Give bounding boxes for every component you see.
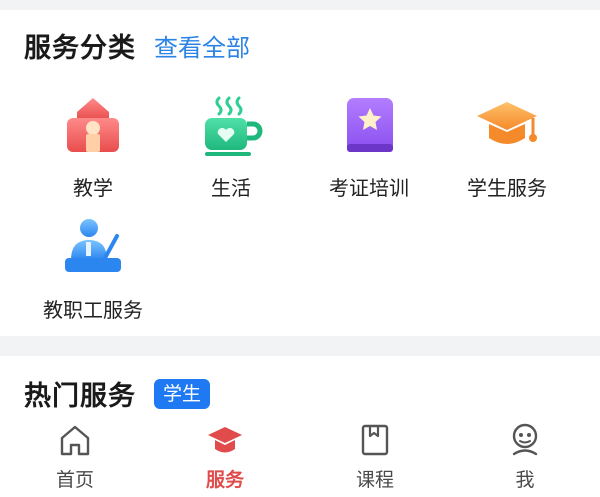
tab-courses[interactable]: 课程 — [300, 415, 450, 497]
service-label: 生活 — [211, 176, 251, 200]
tab-home[interactable]: 首页 — [0, 415, 150, 497]
role-badge[interactable]: 学生 — [154, 378, 211, 409]
tab-me[interactable]: 我 — [450, 415, 600, 497]
graduation-cap-icon — [477, 102, 537, 144]
service-label: 教学 — [73, 176, 113, 200]
tab-label: 课程 — [355, 469, 394, 491]
coffee-cup-icon — [205, 96, 263, 156]
teacher-icon — [65, 219, 121, 272]
home-icon — [60, 425, 90, 456]
tab-services[interactable]: 服务 — [150, 415, 300, 497]
service-hat-icon — [208, 427, 242, 453]
service-label: 学生服务 — [467, 176, 547, 200]
section-title: 热门服务 — [24, 381, 136, 412]
bottom-tab-bar: 首页 服务 课程 我 — [0, 415, 600, 497]
service-label: 教职工服务 — [43, 298, 143, 322]
tab-label: 首页 — [55, 469, 94, 491]
service-categories-card: 服务分类 查看全部 教学 生活 考证培训 学生服务 教职工服务 — [0, 10, 600, 336]
tab-label: 我 — [515, 469, 535, 491]
section-title: 服务分类 — [24, 33, 136, 64]
service-label: 考证培训 — [329, 176, 409, 200]
hot-services-header: 热门服务 学生 — [24, 374, 211, 413]
service-staff[interactable]: 教职工服务 — [24, 216, 162, 323]
service-teaching[interactable]: 教学 — [24, 94, 162, 201]
service-certificate-training[interactable]: 考证培训 — [300, 94, 438, 201]
school-building-icon — [67, 98, 119, 152]
service-categories-header: 服务分类 查看全部 — [24, 26, 250, 65]
certificate-book-icon — [347, 98, 393, 152]
service-life[interactable]: 生活 — [162, 94, 300, 201]
book-icon — [361, 424, 389, 456]
view-all-link[interactable]: 查看全部 — [154, 28, 250, 63]
tab-label: 服务 — [205, 469, 244, 491]
profile-face-icon — [512, 423, 538, 456]
service-student[interactable]: 学生服务 — [438, 94, 576, 201]
